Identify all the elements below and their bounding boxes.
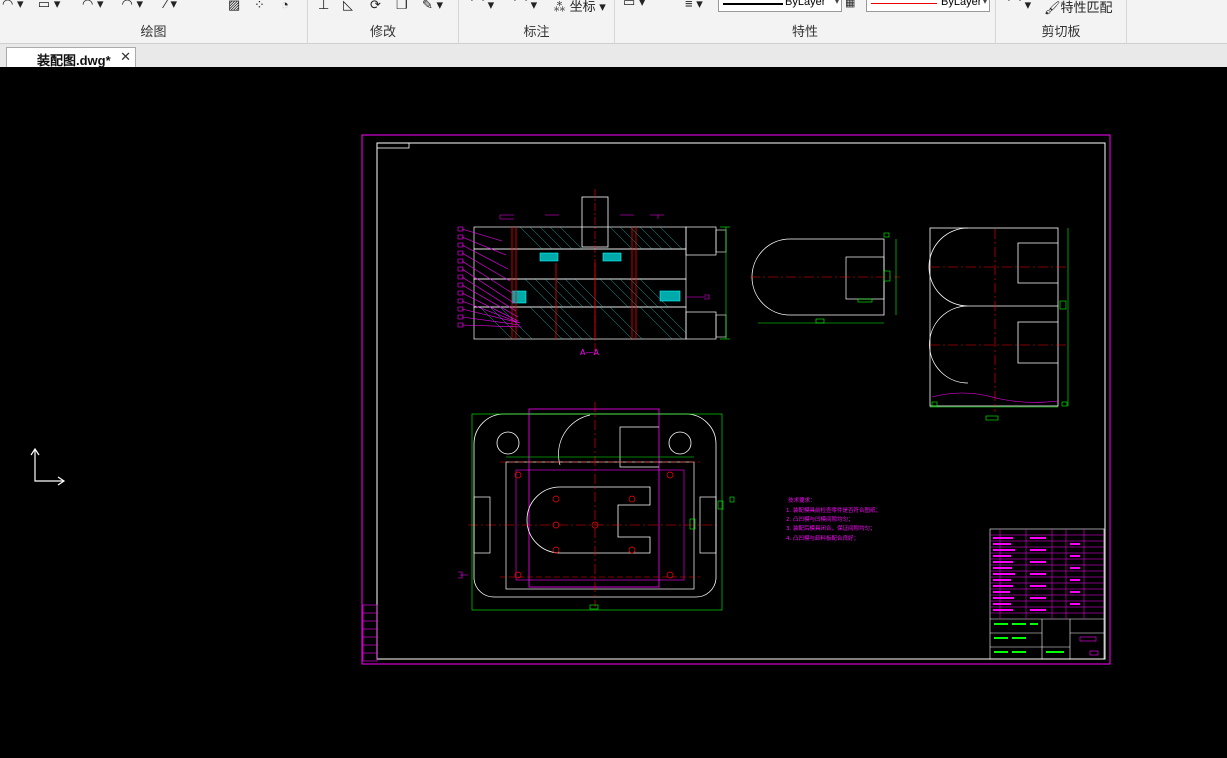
- annotate-group: ⌒ ▾ ⌒ ▾ ⁂ 坐标 ▾ 标注: [459, 0, 615, 43]
- match-properties-label: 特性匹配: [1060, 0, 1113, 15]
- coordinate-icon: ⁂: [553, 0, 567, 14]
- chevron-down-icon: ▾: [982, 0, 987, 6]
- annotate-group-label: 标注: [523, 24, 550, 39]
- document-tab-bar: 装配图.dwg* ✕: [0, 44, 1227, 68]
- paste-dropdown[interactable]: ⌒ ▾: [1008, 0, 1031, 13]
- properties-group-label: 特性: [791, 24, 818, 39]
- group-icon[interactable]: ⁘: [254, 0, 265, 13]
- stretch-icon[interactable]: ⊥: [318, 0, 329, 13]
- title-block-marks: [994, 623, 1064, 653]
- region-icon[interactable]: ◔: [281, 0, 289, 12]
- color-preview: [871, 3, 937, 4]
- clipboard-group-label: 剪切板: [1041, 24, 1081, 39]
- draw-tools-row[interactable]: ◠ ▾ ▭ ▾ ◠ ▾ ◠ ▾ ⁄ ▾: [2, 0, 177, 12]
- close-icon[interactable]: ✕: [120, 49, 131, 65]
- properties-group: ▭ ▾ ≡ ▾ ByLayer ▾ ▦ ByLayer ▾ 特性: [615, 0, 996, 43]
- modify-group-label: 修改: [369, 24, 396, 39]
- copy-icon[interactable]: ❐: [396, 0, 408, 13]
- linetype-preview: [723, 3, 783, 5]
- parts-list-text-marks: [993, 537, 1080, 611]
- side-view: [750, 232, 900, 324]
- coordinate-label: 坐标: [569, 0, 596, 14]
- section-view: A—A: [457, 189, 730, 357]
- brush-icon: 🖌: [1044, 0, 1061, 15]
- tech-req-item: 1. 装配模具前检查零件是否符合图纸；: [786, 506, 881, 514]
- edit-icon[interactable]: ✎ ▾: [422, 0, 443, 13]
- sheet-outer-border: [361, 134, 1111, 665]
- title-block: [989, 528, 1105, 660]
- tech-req-title: 技术要求：: [788, 496, 816, 504]
- linetype-select[interactable]: ByLayer ▾: [718, 0, 842, 12]
- tab-assembly-drawing[interactable]: 装配图.dwg* ✕: [6, 47, 136, 68]
- section-label: A—A: [580, 348, 599, 357]
- color-value: ByLayer: [941, 0, 982, 8]
- ribbon-toolbar: ◠ ▾ ▭ ▾ ◠ ▾ ◠ ▾ ⁄ ▾ ▨ ⁘ ◔ 绘图 ⊥ ◺ ⟳ ❐ ✎ ▾…: [0, 0, 1227, 44]
- clipboard-group: ⌒ ▾ 🖌特性匹配 剪切板: [996, 0, 1127, 43]
- sheet-inner-border: [376, 142, 1106, 660]
- layer-dropdown[interactable]: ▭ ▾: [623, 0, 645, 10]
- draw-group: ◠ ▾ ▭ ▾ ◠ ▾ ◠ ▾ ⁄ ▾ ▨ ⁘ ◔ 绘图: [0, 0, 308, 43]
- draw-group-label: 绘图: [140, 24, 167, 39]
- tech-req-item: 3. 装配后模具闭合，保证间隙均匀；: [786, 524, 876, 532]
- color-select[interactable]: ByLayer ▾: [866, 0, 990, 12]
- plan-view-right: [928, 227, 1069, 421]
- chevron-down-icon: ▾: [834, 0, 839, 6]
- lineweight-icon[interactable]: ≡ ▾: [685, 0, 703, 12]
- grid-icon[interactable]: ▦: [845, 0, 855, 9]
- tech-req-item: 4. 凸凹模与卸料板配合良好；: [786, 534, 859, 542]
- hatch-icon[interactable]: ▨: [228, 0, 240, 13]
- drawing-sheet: A—A 技术要求： 1. 装配模具前检查零件是否符合图纸； 2. 凸凹模与凹模间…: [361, 134, 1111, 665]
- tech-req-item: 2. 凸凹模与凹模间隙均匀；: [786, 515, 854, 523]
- technical-requirements: 技术要求： 1. 装配模具前检查零件是否符合图纸； 2. 凸凹模与凹模间隙均匀；…: [786, 496, 881, 542]
- modify-group: ⊥ ◺ ⟳ ❐ ✎ ▾ 修改: [308, 0, 459, 43]
- leader-lines: [457, 226, 710, 328]
- match-properties-button[interactable]: 🖌特性匹配: [1044, 0, 1113, 16]
- text-dropdown[interactable]: ⌒ ▾: [514, 0, 537, 13]
- drawing-canvas[interactable]: A—A 技术要求： 1. 装配模具前检查零件是否符合图纸； 2. 凸凹模与凹模间…: [0, 67, 1227, 758]
- linetype-value: ByLayer: [785, 0, 826, 8]
- top-view: [458, 402, 735, 611]
- dimension-dropdown[interactable]: ⌒ ▾: [471, 0, 494, 13]
- rotate-icon[interactable]: ⟳: [370, 0, 381, 13]
- left-side-strip: [362, 604, 378, 662]
- coordinate-dropdown[interactable]: ⁂ 坐标 ▾: [553, 0, 606, 15]
- scale-icon[interactable]: ◺: [343, 0, 353, 13]
